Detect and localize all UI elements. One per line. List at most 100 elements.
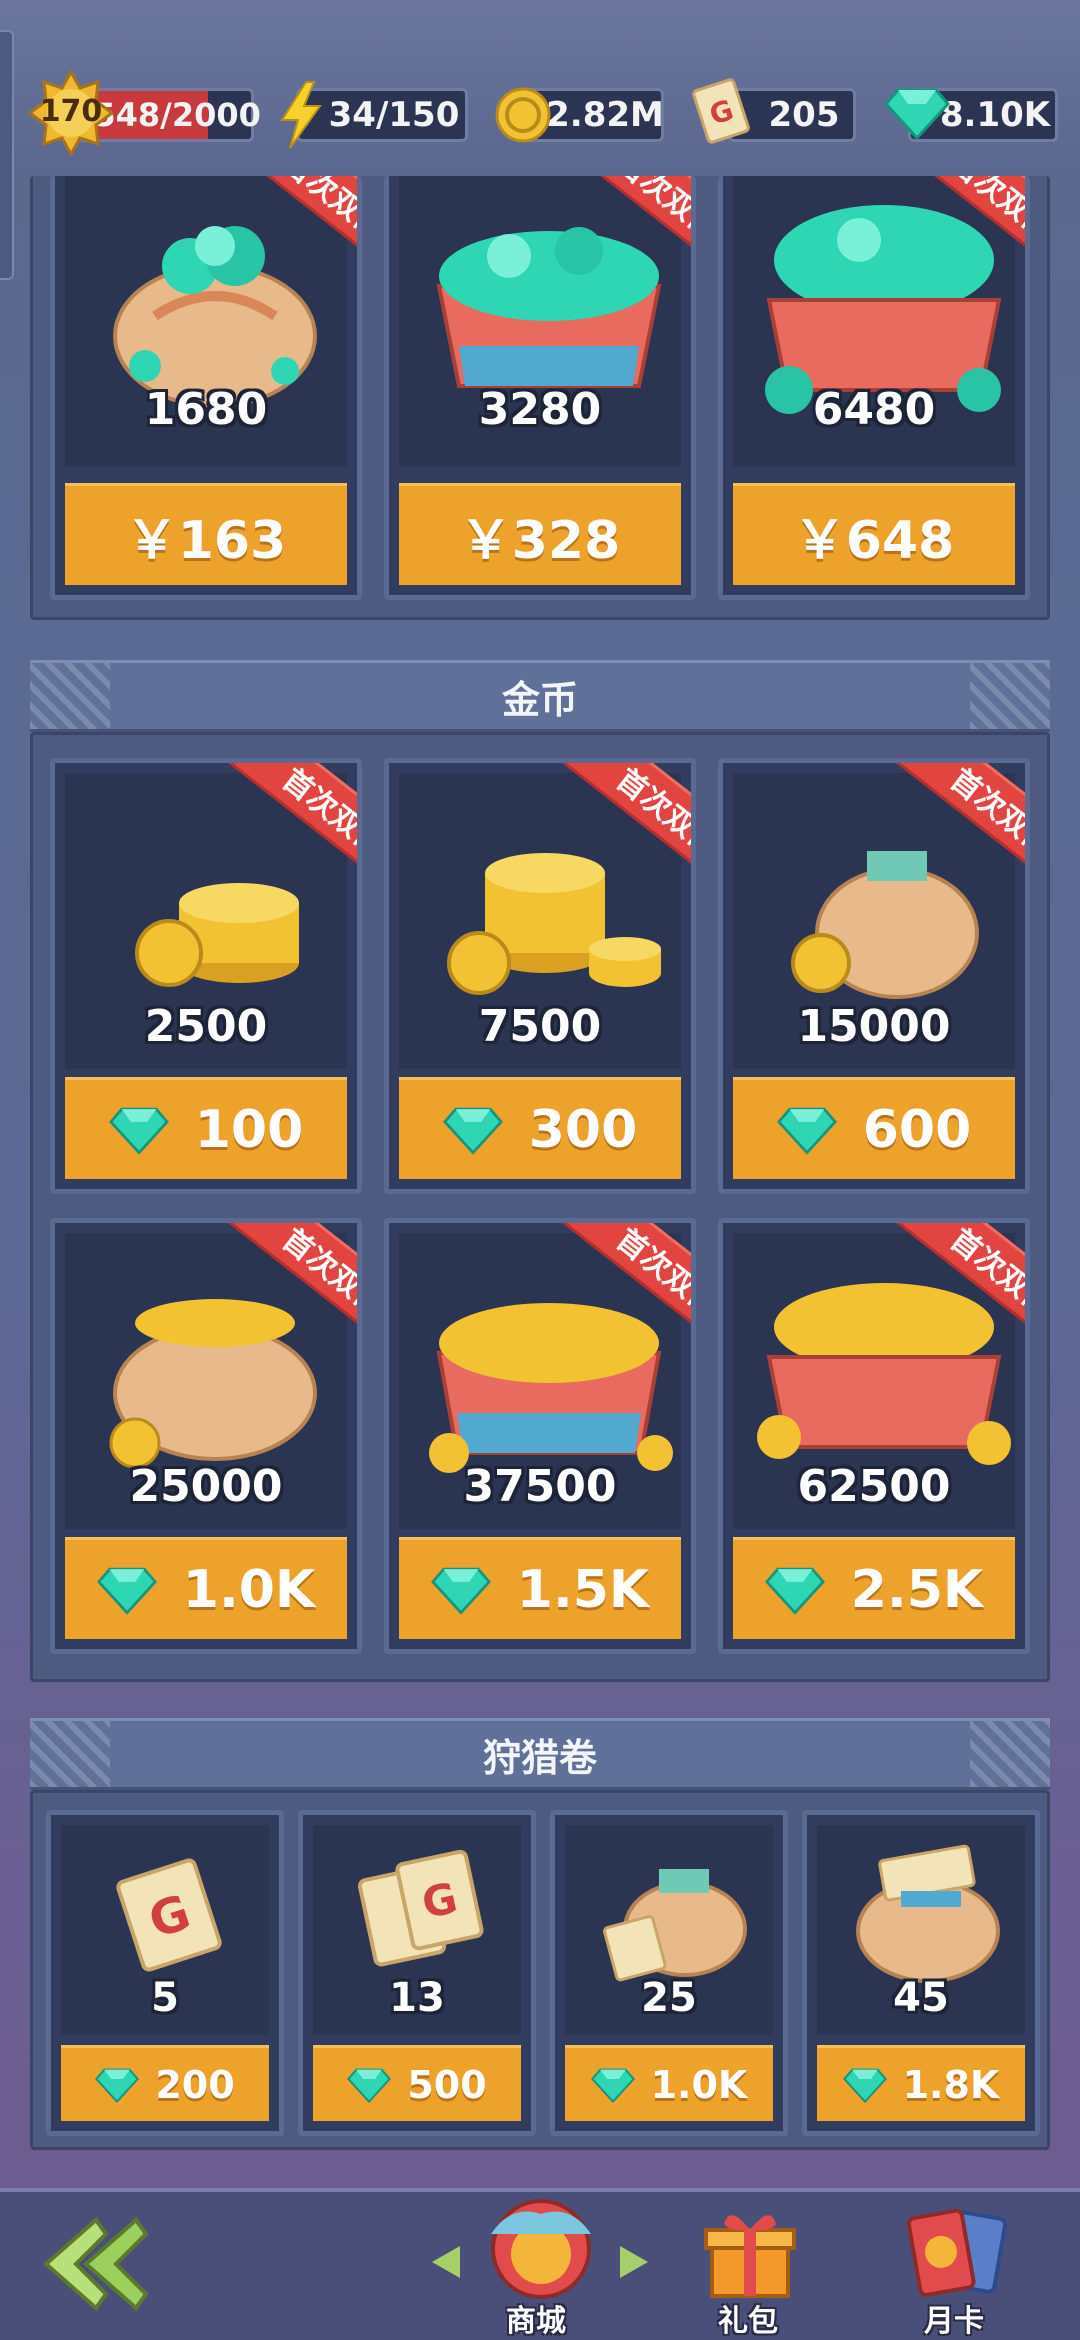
shop-emblem-icon bbox=[491, 2199, 591, 2299]
gift-box-icon bbox=[704, 2215, 796, 2298]
gem-icon bbox=[108, 1107, 169, 1155]
ticket-pack-card[interactable]: G 5 200 bbox=[46, 1810, 284, 2136]
gem-pack-card[interactable]: 1680 首次双倍 ￥163 bbox=[50, 176, 362, 600]
nav-gift[interactable]: 礼包 bbox=[690, 2200, 810, 2340]
gem-icon bbox=[590, 2068, 635, 2103]
coin-pack-price: 1.5K bbox=[516, 1559, 650, 1620]
coin-pack-card[interactable]: 25000 首次双倍 1.0K bbox=[50, 1218, 362, 1654]
gem-chest-icon bbox=[436, 227, 662, 388]
coin-pack-amount: 2500 bbox=[144, 1001, 268, 1052]
gem-icon bbox=[430, 1567, 491, 1615]
coin-pack-price-button[interactable]: 300 bbox=[399, 1077, 681, 1179]
gem-pack-card[interactable]: 6480 首次双倍 ￥648 bbox=[718, 176, 1030, 600]
energy-value: 34/150 bbox=[328, 95, 460, 135]
ticket-pack-price: 1.8K bbox=[902, 2062, 1000, 2107]
coin-pack-amount: 62500 bbox=[797, 1461, 951, 1512]
coin-pack-price-button[interactable]: 2.5K bbox=[733, 1537, 1015, 1639]
gem-icon bbox=[96, 1567, 157, 1615]
gem-icon bbox=[842, 2068, 887, 2103]
coin-treasure-icon bbox=[757, 1283, 1011, 1465]
coin-section-title: 金币 bbox=[501, 677, 578, 722]
nav-shop-label: 商城 bbox=[506, 2304, 566, 2339]
ticket-pack-amount: 5 bbox=[151, 1975, 179, 2021]
nav-monthly-label: 月卡 bbox=[924, 2304, 984, 2339]
gem-pack-amount: 6480 bbox=[812, 384, 936, 435]
gem-icon bbox=[776, 1107, 837, 1155]
coin-stack-icon bbox=[135, 883, 299, 987]
coin-pack-price: 100 bbox=[194, 1099, 304, 1160]
gem-pack-amount: 3280 bbox=[478, 384, 602, 435]
hunting-ticket-icon: G bbox=[116, 1858, 222, 1972]
gem-pack-price-button[interactable]: ￥163 bbox=[65, 483, 347, 585]
gem-pack-price-button[interactable]: ￥328 bbox=[399, 483, 681, 585]
bottom-navigation: 商城 礼包 月卡 bbox=[0, 2188, 1080, 2340]
ticket-big-bag-icon bbox=[856, 1844, 1000, 1983]
coin-stacks-icon bbox=[447, 853, 661, 995]
ticket-pack-card[interactable]: G 13 500 bbox=[298, 1810, 536, 2136]
gem-bag-icon bbox=[113, 226, 317, 408]
gem-pack-price: ￥648 bbox=[793, 511, 955, 571]
lightning-icon bbox=[280, 81, 322, 149]
gem-pack-price: ￥163 bbox=[125, 511, 287, 571]
ticket-pack-card[interactable]: 45 1.8K bbox=[802, 1810, 1040, 2136]
coin-pack-price: 1.0K bbox=[182, 1559, 316, 1620]
gem-icon bbox=[347, 2068, 392, 2103]
coin-icon bbox=[495, 87, 551, 143]
ticket-bag-icon bbox=[603, 1869, 747, 1982]
coin-pack-card[interactable]: 2500 首次双倍 100 bbox=[50, 758, 362, 1194]
hunting-ticket-icon: G bbox=[692, 78, 750, 144]
level-number: 170 bbox=[39, 94, 103, 129]
ticket-pack-price: 1.0K bbox=[650, 2062, 748, 2107]
coin-pack-price-button[interactable]: 1.5K bbox=[399, 1537, 681, 1639]
coin-pack-price-button[interactable]: 1.0K bbox=[65, 1537, 347, 1639]
coin-pack-card[interactable]: 37500 首次双倍 1.5K bbox=[384, 1218, 696, 1654]
gem-icon bbox=[764, 1567, 825, 1615]
coin-pack-amount: 37500 bbox=[463, 1461, 617, 1512]
gem-pack-amount: 1680 bbox=[144, 384, 268, 435]
coin-pack-amount: 15000 bbox=[797, 1001, 951, 1052]
coin-pack-card[interactable]: 15000 首次双倍 600 bbox=[718, 758, 1030, 1194]
ticket-pack-price: 500 bbox=[407, 2062, 487, 2107]
coin-pack-price-button[interactable]: 600 bbox=[733, 1077, 1015, 1179]
left-chevron-icon[interactable] bbox=[426, 2242, 466, 2282]
ticket-pack-price-button[interactable]: 500 bbox=[313, 2045, 521, 2121]
right-chevron-icon[interactable] bbox=[614, 2242, 654, 2282]
monthly-card-icon bbox=[906, 2208, 1008, 2297]
side-tab[interactable] bbox=[0, 30, 14, 280]
nav-monthly-card[interactable]: 月卡 bbox=[890, 2200, 1020, 2340]
coin-section-header: 金币 bbox=[30, 660, 1050, 732]
gem-icon bbox=[442, 1107, 503, 1155]
hunting-tickets-icon: G bbox=[357, 1849, 484, 1967]
ticket-pack-price-button[interactable]: 1.0K bbox=[565, 2045, 773, 2121]
ticket-section-title: 狩猎卷 bbox=[482, 1735, 597, 1780]
gem-pack-price: ￥328 bbox=[459, 511, 621, 571]
ticket-pack-price: 200 bbox=[155, 2062, 235, 2107]
back-arrow-icon[interactable] bbox=[36, 2214, 166, 2314]
ticket-value: 205 bbox=[768, 95, 840, 135]
nav-shop[interactable]: 商城 bbox=[476, 2192, 606, 2340]
coin-pack-card[interactable]: 7500 首次双倍 300 bbox=[384, 758, 696, 1194]
coin-big-bag-icon bbox=[109, 1299, 317, 1469]
level-badge[interactable]: 170 bbox=[27, 68, 115, 158]
ticket-pack-price-button[interactable]: 1.8K bbox=[817, 2045, 1025, 2121]
coin-pack-price: 600 bbox=[862, 1099, 972, 1160]
coin-chest-icon bbox=[429, 1303, 673, 1473]
coin-pack-card[interactable]: 62500 首次双倍 2.5K bbox=[718, 1218, 1030, 1654]
ticket-pack-card[interactable]: 25 1.0K bbox=[550, 1810, 788, 2136]
coin-bag-icon bbox=[791, 851, 979, 999]
coin-pack-price-button[interactable]: 100 bbox=[65, 1077, 347, 1179]
coin-pack-amount: 25000 bbox=[129, 1461, 283, 1512]
top-status-bar: 1548/2000 170 34/150 2.82M 205 G 8.10K bbox=[0, 0, 1080, 175]
gem-icon bbox=[95, 2068, 140, 2103]
gem-icon bbox=[884, 88, 950, 140]
ticket-pack-amount: 25 bbox=[641, 1975, 697, 2021]
ticket-pack-amount: 45 bbox=[893, 1975, 949, 2021]
nav-gift-label: 礼包 bbox=[718, 2304, 778, 2339]
ticket-section-header: 狩猎卷 bbox=[30, 1718, 1050, 1790]
ticket-pack-amount: 13 bbox=[389, 1975, 445, 2021]
coin-pack-price: 2.5K bbox=[850, 1559, 984, 1620]
gem-pack-card[interactable]: 3280 首次双倍 ￥328 bbox=[384, 176, 696, 600]
ticket-pack-price-button[interactable]: 200 bbox=[61, 2045, 269, 2121]
coin-pack-amount: 7500 bbox=[478, 1001, 602, 1052]
gem-pack-price-button[interactable]: ￥648 bbox=[733, 483, 1015, 585]
